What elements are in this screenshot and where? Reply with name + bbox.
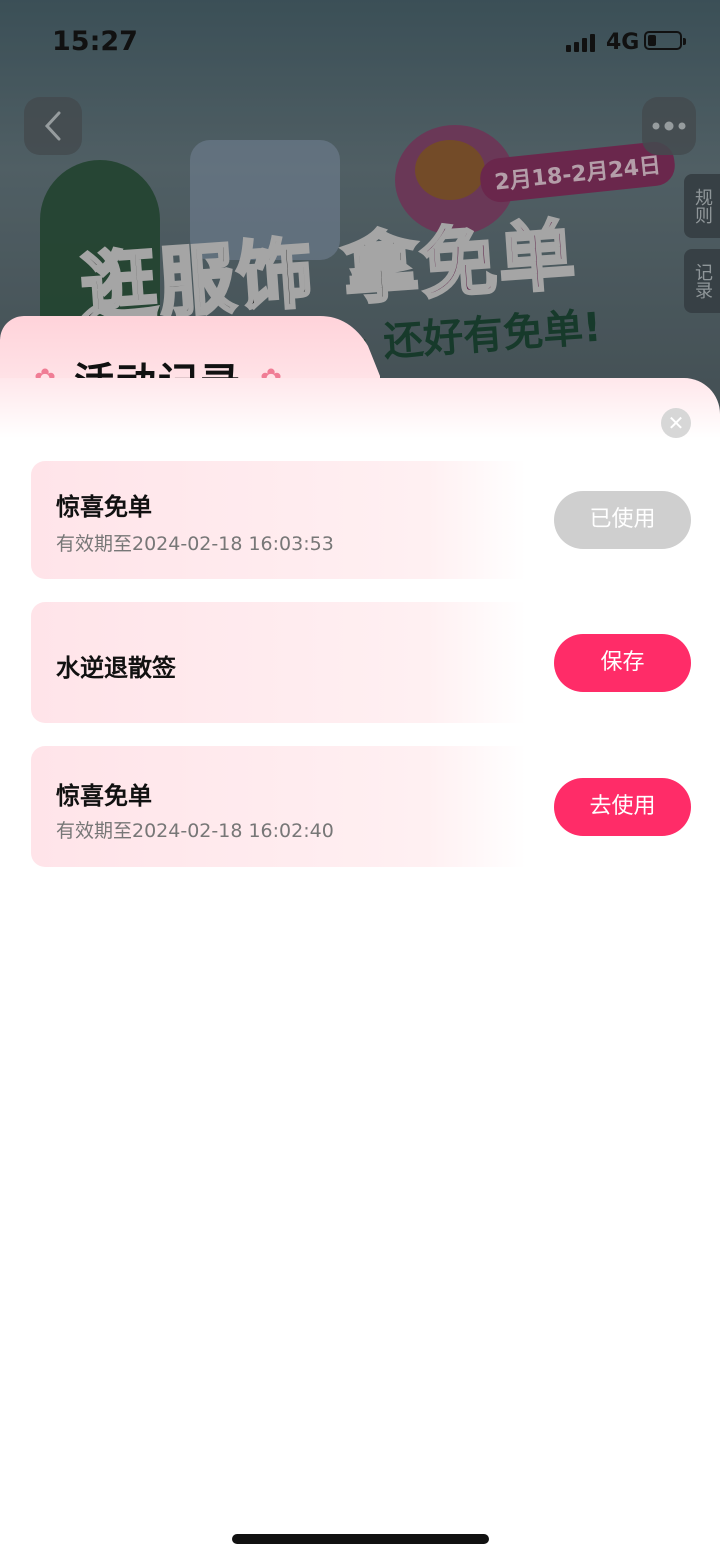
network-type: 4G (606, 30, 640, 55)
record-card: 惊喜免单 有效期至2024-02-18 16:03:53 已使用 (31, 461, 691, 579)
home-indicator (232, 1534, 489, 1544)
battery-icon (644, 31, 686, 50)
record-expiry: 有效期至2024-02-18 16:03:53 (56, 533, 334, 555)
status-bar: 15:27 4G (0, 0, 720, 80)
status-time: 15:27 (52, 26, 138, 57)
signal-icon (566, 32, 595, 52)
activity-records-sheet: ✿ 活动记录 ✿ ✕ 惊喜免单 有效期至2024-02-18 16:03:53 … (0, 316, 720, 1558)
use-button[interactable]: 去使用 (554, 778, 691, 836)
close-button[interactable]: ✕ (661, 408, 691, 438)
record-expiry: 有效期至2024-02-18 16:02:40 (56, 820, 334, 842)
record-name: 水逆退散签 (56, 654, 176, 682)
record-card: 惊喜免单 有效期至2024-02-18 16:02:40 去使用 (31, 746, 691, 867)
record-card: 水逆退散签 保存 (31, 602, 691, 723)
used-button[interactable]: 已使用 (554, 491, 691, 549)
close-icon: ✕ (667, 411, 685, 435)
sheet-body: ✕ 惊喜免单 有效期至2024-02-18 16:03:53 已使用 水逆退散签… (0, 378, 720, 1558)
save-button[interactable]: 保存 (554, 634, 691, 692)
record-name: 惊喜免单 (56, 782, 152, 810)
record-name: 惊喜免单 (56, 493, 152, 521)
